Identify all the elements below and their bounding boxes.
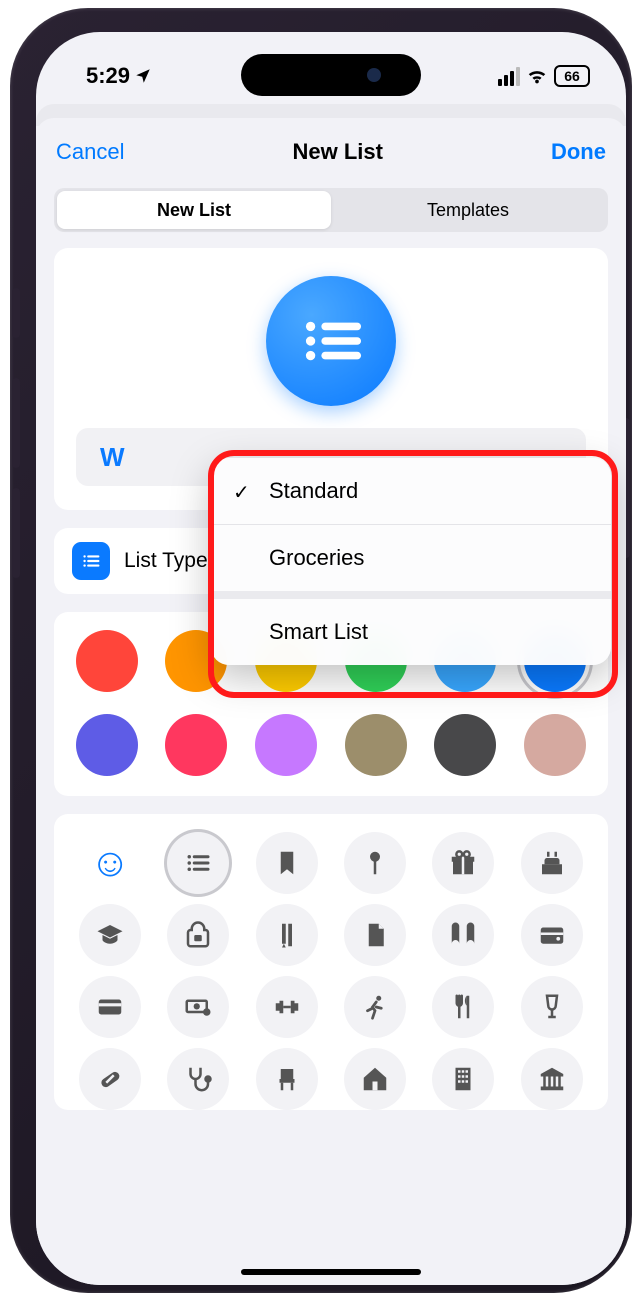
gift-icon[interactable] — [432, 832, 494, 894]
list-icon-preview — [266, 276, 396, 406]
modal-sheet: Cancel New List Done New List Templates — [36, 118, 626, 1285]
emoji-picker[interactable]: ☺ — [79, 832, 141, 894]
screen: 5:29 66 Cancel New List Done New List Te… — [36, 32, 626, 1285]
popup-option-standard[interactable]: ✓ Standard — [211, 458, 611, 524]
battery-indicator: 66 — [554, 65, 590, 87]
tab-new-list[interactable]: New List — [57, 191, 331, 229]
checkmark-icon: ✓ — [233, 480, 250, 505]
pin-icon[interactable] — [344, 832, 406, 894]
color-swatch[interactable] — [524, 714, 586, 776]
list-type-row-icon — [72, 542, 110, 580]
list-name-value: W — [100, 442, 125, 473]
house-icon[interactable] — [344, 1048, 406, 1110]
wallet-icon[interactable] — [521, 904, 583, 966]
icon-grid: ☺ — [66, 832, 596, 1110]
backpack-icon[interactable] — [167, 904, 229, 966]
side-button — [12, 488, 20, 578]
popup-option-smart-list[interactable]: Smart List — [211, 591, 611, 665]
graduation-icon[interactable] — [79, 904, 141, 966]
status-time: 5:29 — [86, 63, 130, 89]
wineglass-icon[interactable] — [521, 976, 583, 1038]
bookmark-icon[interactable] — [256, 832, 318, 894]
page-title: New List — [293, 139, 383, 165]
cake-icon[interactable] — [521, 832, 583, 894]
nav-bar: Cancel New List Done — [36, 118, 626, 186]
running-icon[interactable] — [344, 976, 406, 1038]
phone-frame: 5:29 66 Cancel New List Done New List Te… — [10, 8, 632, 1293]
book-icon[interactable] — [432, 904, 494, 966]
side-button — [12, 378, 20, 468]
pill-icon[interactable] — [79, 1048, 141, 1110]
color-swatch[interactable] — [165, 714, 227, 776]
dynamic-island — [241, 54, 421, 96]
color-swatch[interactable] — [255, 714, 317, 776]
color-swatch[interactable] — [434, 714, 496, 776]
building-icon[interactable] — [432, 1048, 494, 1110]
fork-knife-icon[interactable] — [432, 976, 494, 1038]
home-indicator[interactable] — [241, 1269, 421, 1275]
cellular-icon — [498, 67, 520, 86]
color-swatch[interactable] — [345, 714, 407, 776]
color-swatch[interactable] — [76, 714, 138, 776]
color-swatch[interactable] — [76, 630, 138, 692]
location-icon — [134, 67, 152, 85]
chair-icon[interactable] — [256, 1048, 318, 1110]
wifi-icon — [526, 65, 548, 87]
dumbbell-icon[interactable] — [256, 976, 318, 1038]
cancel-button[interactable]: Cancel — [56, 139, 124, 165]
icon-picker-card: ☺ — [54, 814, 608, 1110]
side-button — [12, 288, 20, 338]
pencil-ruler-icon[interactable] — [256, 904, 318, 966]
done-button[interactable]: Done — [551, 139, 606, 165]
tab-templates[interactable]: Templates — [331, 191, 605, 229]
card-icon[interactable] — [79, 976, 141, 1038]
list-type-popup: ✓ Standard Groceries Smart List — [211, 458, 611, 665]
list-bullet[interactable] — [167, 832, 229, 894]
document-icon[interactable] — [344, 904, 406, 966]
popup-option-groceries[interactable]: Groceries — [211, 524, 611, 591]
bank-icon[interactable] — [521, 1048, 583, 1110]
cash-icon[interactable] — [167, 976, 229, 1038]
stethoscope-icon[interactable] — [167, 1048, 229, 1110]
segmented-control[interactable]: New List Templates — [54, 188, 608, 232]
